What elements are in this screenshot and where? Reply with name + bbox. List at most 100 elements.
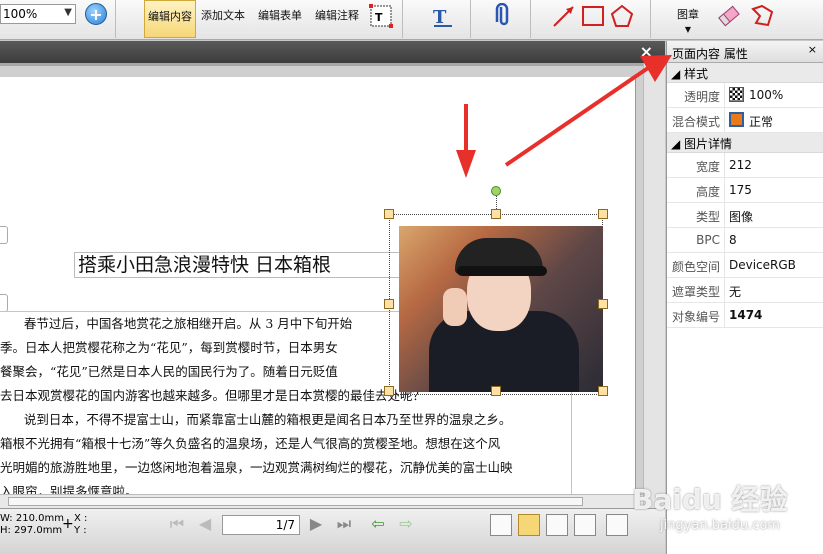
resize-handle[interactable] xyxy=(598,299,608,309)
property-key: 透明度 xyxy=(667,83,725,107)
pentagon-icon[interactable] xyxy=(609,3,635,29)
property-row-colorspace: 颜色空间 DeviceRGB xyxy=(667,253,823,278)
property-key: 高度 xyxy=(667,178,725,202)
resize-handle[interactable] xyxy=(598,386,608,396)
svg-text:T: T xyxy=(433,7,447,28)
zoom-value: 100% xyxy=(3,7,38,21)
page-height: H: 297.0mm xyxy=(0,525,63,536)
resize-handle[interactable] xyxy=(491,209,501,219)
selected-image[interactable] xyxy=(384,186,608,396)
property-key: BPC xyxy=(667,228,725,252)
next-page-icon[interactable]: ▶ xyxy=(304,515,328,535)
text-line: 箱根不光拥有“箱根十七汤”等久负盛名的温泉场，还是人气很高的赏樱圣地。想想在这个… xyxy=(0,436,501,451)
section-image-details[interactable]: ◢ 图片详情 xyxy=(667,133,823,153)
property-key: 混合模式 xyxy=(667,108,725,132)
properties-title: 页面内容 属性 xyxy=(672,47,748,61)
scrollbar-thumb[interactable] xyxy=(8,497,583,506)
line-icon[interactable] xyxy=(551,3,577,29)
close-icon[interactable]: × xyxy=(808,43,817,56)
text-box-icon[interactable]: T xyxy=(368,3,394,29)
edit-annotation-label: 编辑注释 xyxy=(315,9,359,22)
svg-text:T: T xyxy=(375,11,383,24)
property-key: 对象编号 xyxy=(667,303,725,327)
eraser-icon[interactable] xyxy=(716,3,742,29)
property-key: 宽度 xyxy=(667,153,725,177)
collapse-icon: ◢ xyxy=(671,67,685,81)
property-row-bpc: BPC 8 xyxy=(667,228,823,253)
page-number-input[interactable]: 1/7 xyxy=(222,515,300,535)
zoom-in-icon[interactable]: + xyxy=(85,3,107,25)
baidu-watermark: Baidu 经验 xyxy=(632,483,788,516)
last-page-icon[interactable]: ⏭ xyxy=(332,515,356,535)
two-page-view-icon[interactable] xyxy=(546,514,568,536)
vertical-scrollbar[interactable] xyxy=(643,63,665,508)
zoom-select[interactable]: 100% ▼ xyxy=(0,4,76,24)
resize-handle[interactable] xyxy=(384,386,394,396)
resize-handle[interactable] xyxy=(598,209,608,219)
toolbar-divider xyxy=(470,0,471,38)
toolbar-divider xyxy=(402,0,403,38)
section-style-label: 样式 xyxy=(684,67,709,81)
photo-image[interactable] xyxy=(399,226,603,392)
resize-handle[interactable] xyxy=(384,209,394,219)
document-viewport: 搭乘小田急浪漫特快 日本箱根 春节过后，中国各地赏花之旅相继开启。从 3 月中下… xyxy=(0,63,643,501)
property-value: 图像 xyxy=(729,210,754,224)
stamp-label: 图章 xyxy=(677,8,699,21)
back-view-icon[interactable]: ⇦ xyxy=(366,515,390,535)
property-row-opacity[interactable]: 透明度 100% xyxy=(667,83,823,108)
first-page-icon[interactable]: ⏮ xyxy=(165,515,189,535)
rotate-handle[interactable] xyxy=(491,186,501,196)
property-value: 8 xyxy=(729,233,737,247)
text-line: 说到日本，不得不提富士山，而紧靠富士山麓的箱根更是闻名日本乃至世界的温泉之乡。 xyxy=(0,412,512,427)
add-text-button[interactable]: 添加文本 xyxy=(197,0,249,38)
section-image-details-label: 图片详情 xyxy=(684,137,733,151)
property-row-blend-mode[interactable]: 混合模式 正常 xyxy=(667,108,823,133)
stamp-button[interactable]: 图章 ▼ xyxy=(668,0,708,38)
property-value: 100% xyxy=(749,88,784,102)
page-title-text[interactable]: 搭乘小田急浪漫特快 日本箱根 xyxy=(74,252,404,278)
polygon-icon[interactable] xyxy=(748,3,776,29)
resize-handle[interactable] xyxy=(491,386,501,396)
page-dimensions: W: 210.0mm H: 297.0mm xyxy=(0,513,64,537)
property-value: 正常 xyxy=(749,115,774,129)
continuous-view-icon[interactable] xyxy=(518,514,540,536)
rectangle-icon[interactable] xyxy=(580,3,606,29)
edit-form-label: 编辑表单 xyxy=(258,9,302,22)
pdf-page[interactable]: 搭乘小田急浪漫特快 日本箱根 春节过后，中国各地赏花之旅相继开启。从 3 月中下… xyxy=(0,77,636,501)
single-page-view-icon[interactable] xyxy=(490,514,512,536)
grid-view-icon[interactable] xyxy=(574,514,596,536)
x-coordinate: X : xyxy=(74,513,88,524)
crosshair-icon: + xyxy=(62,516,74,532)
add-text-label: 添加文本 xyxy=(201,9,245,22)
property-key: 遮罩类型 xyxy=(667,278,725,302)
prev-page-icon[interactable]: ◀ xyxy=(193,515,217,535)
chevron-down-icon[interactable]: ▼ xyxy=(64,7,72,18)
edit-content-button[interactable]: 编辑内容 xyxy=(144,0,196,38)
horizontal-scrollbar[interactable] xyxy=(0,494,643,508)
property-key: 颜色空间 xyxy=(667,253,725,277)
edit-form-button[interactable]: 编辑表单 xyxy=(253,0,307,38)
close-icon[interactable]: × xyxy=(640,42,653,61)
property-value: 212 xyxy=(729,158,752,172)
edit-annotation-button[interactable]: 编辑注释 xyxy=(310,0,364,38)
fit-width-icon[interactable] xyxy=(606,514,628,536)
text-line: 光明媚的旅游胜地里，一边悠闲地泡着温泉，一边观赏满树绚烂的樱花，沉静优美的富士山… xyxy=(0,460,513,475)
photo-hand xyxy=(443,288,467,326)
resize-handle[interactable] xyxy=(384,299,394,309)
collapse-icon: ◢ xyxy=(671,137,685,151)
properties-header: 页面内容 属性 × xyxy=(667,41,823,63)
toolbar-divider xyxy=(650,0,651,38)
status-bar: W: 210.0mm H: 297.0mm + X : Y : ⏮ ◀ 1/7 … xyxy=(0,508,665,554)
y-coordinate: Y : xyxy=(74,525,87,536)
text-format-icon[interactable]: T xyxy=(430,3,456,29)
toolbar: 100% ▼ + 编辑内容 添加文本 编辑表单 编辑注释 T T 图章 ▼ xyxy=(0,0,823,40)
chevron-down-icon: ▼ xyxy=(684,25,692,34)
property-row-object-number: 对象编号 1474 xyxy=(667,303,823,328)
paperclip-icon[interactable] xyxy=(494,3,514,31)
document-area: × 搭乘小田急浪漫特快 日本箱根 春节过后，中国各地赏花之旅相继开启。从 3 月… xyxy=(0,41,665,511)
property-value: 1474 xyxy=(729,308,763,322)
section-style[interactable]: ◢ 样式 xyxy=(667,63,823,83)
forward-view-icon[interactable]: ⇨ xyxy=(394,515,418,535)
property-value: 175 xyxy=(729,183,752,197)
page-width: W: 210.0mm xyxy=(0,513,64,524)
